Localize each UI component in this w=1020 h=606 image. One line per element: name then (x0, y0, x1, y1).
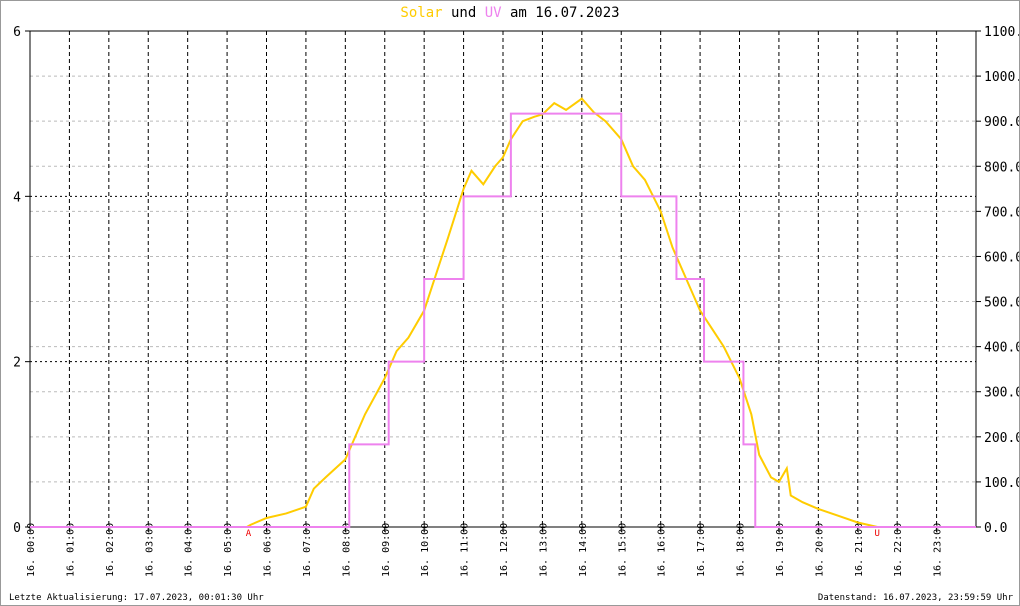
left-tick-label: 2 (13, 356, 21, 371)
x-tick-label: 16. 22:00 (893, 523, 904, 577)
right-tick-label: 600.0 (984, 250, 1019, 265)
title-solar: Solar (400, 5, 443, 21)
x-tick-label: 16. 13:00 (538, 523, 549, 577)
x-tick-label: 16. 20:00 (814, 523, 825, 577)
x-tick-label: 16. 19:00 (775, 523, 786, 577)
x-tick-label: 16. 12:00 (499, 523, 510, 577)
x-tick-label: 16. 00:00 (26, 523, 37, 577)
right-tick-label: 800.0 (984, 160, 1019, 175)
right-tick-label: 1000.0 (984, 70, 1019, 85)
right-tick-label: 500.0 (984, 296, 1019, 311)
right-tick-label: 900.0 (984, 115, 1019, 130)
chart-title: Solar und UV am 16.07.2023 (1, 5, 1019, 21)
x-tick-label: 16. 10:00 (420, 523, 431, 577)
x-tick-label: 16. 01:00 (65, 523, 76, 577)
right-tick-label: 300.0 (984, 386, 1019, 401)
right-tick-label: 100.0 (984, 476, 1019, 491)
x-tick-label: 16. 03:00 (144, 523, 155, 577)
title-uv: UV (484, 5, 502, 21)
x-tick-label: 16. 05:00 (223, 523, 234, 577)
chart-plot: 0.0 100.0 200.0 300.0 400.0 500.0 600.0 700.0 80… (13, 25, 1019, 577)
x-tick-label: 16. 08:00 (341, 523, 352, 577)
title-und: und (442, 5, 485, 21)
x-tick-label: 16. 21:00 (854, 523, 865, 577)
x-tick-label: 16. 07:00 (302, 523, 313, 577)
x-tick-label: 16. 06:00 (263, 523, 274, 577)
right-tick-label: 200.0 (984, 431, 1019, 446)
chart-window: Solar und UV am 16.07.2023 0.0100.0200.0… (0, 0, 1020, 606)
marker-A: A (246, 529, 252, 539)
left-tick-label: 0 (13, 521, 21, 536)
x-tick-label: 16. 15:00 (617, 523, 628, 577)
right-tick-label: 400.0 (984, 341, 1019, 356)
title-date: am 16.07.2023 (501, 5, 620, 21)
x-tick-label: 16. 09:00 (381, 523, 392, 577)
x-tick-label: 16. 18:00 (736, 523, 747, 577)
right-tick-label: 1100.0 (984, 25, 1019, 40)
right-tick-label: 700.0 (984, 205, 1019, 220)
x-tick-label: 16. 11:00 (460, 523, 471, 577)
x-tick-label: 16. 16:00 (657, 523, 668, 577)
left-tick-label: 6 (13, 25, 21, 40)
last-update: Letzte Aktualisierung: 17.07.2023, 00:01… (9, 593, 264, 603)
marker-U: U (874, 529, 879, 539)
x-tick-label: 16. 23:00 (933, 523, 944, 577)
x-tick-label: 16. 04:00 (184, 523, 195, 577)
x-tick-label: 16. 02:00 (105, 523, 116, 577)
x-tick-label: 16. 17:00 (696, 523, 707, 577)
x-tick-label: 16. 14:00 (578, 523, 589, 577)
left-tick-label: 4 (13, 190, 21, 205)
right-tick-label: 0.0 (984, 521, 1007, 536)
data-status: Datenstand: 16.07.2023, 23:59:59 Uhr (817, 593, 1013, 603)
